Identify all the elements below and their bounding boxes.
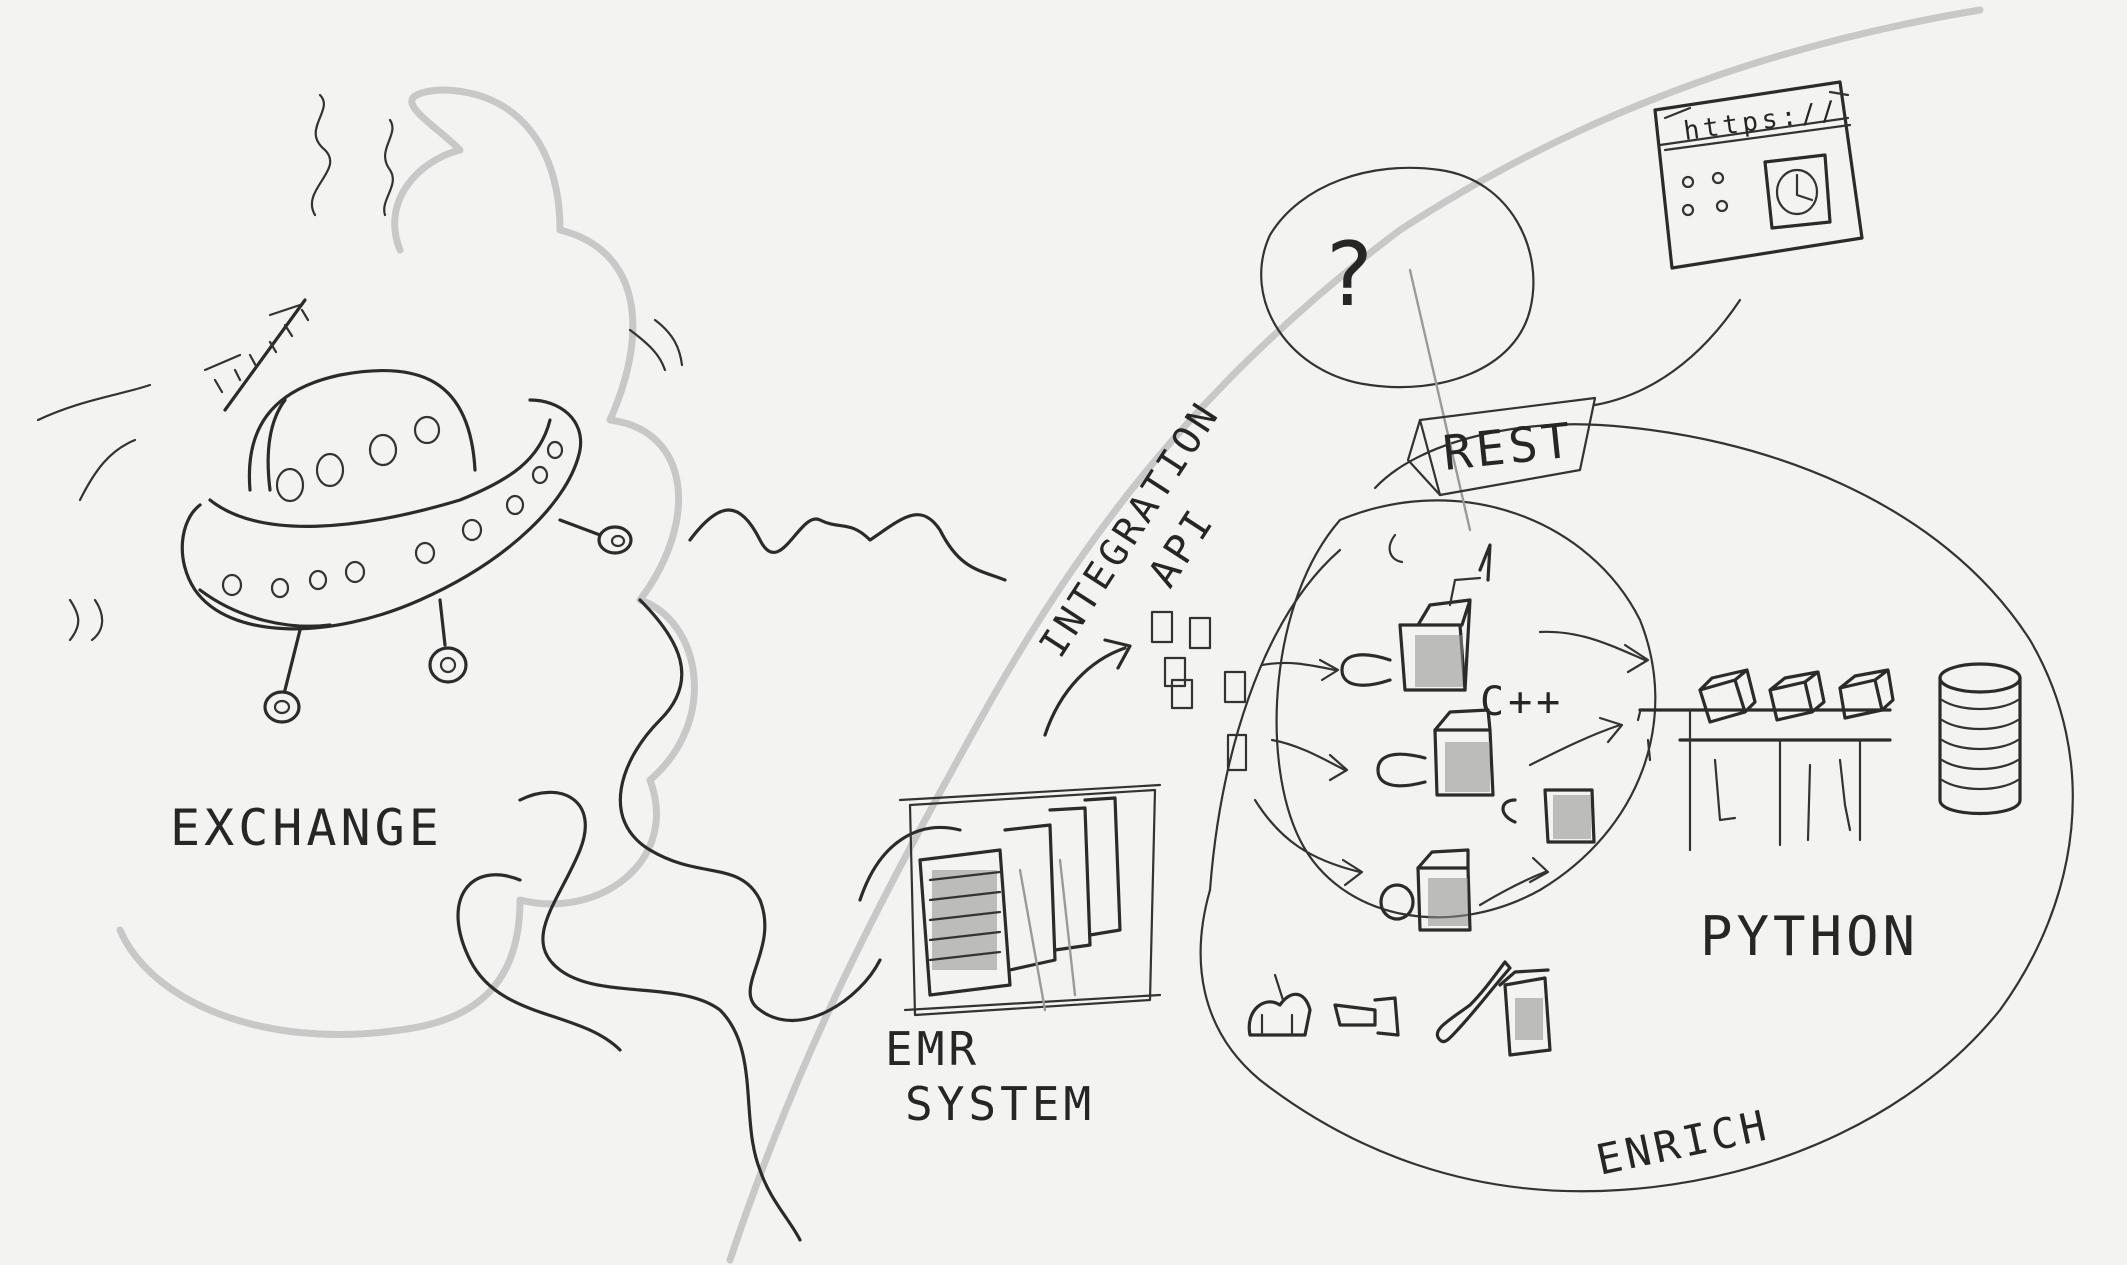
cpp-grinder-icons <box>1340 543 1596 932</box>
question-bubble <box>1260 166 1535 389</box>
whiteboard-sketch: EXCHANGE EMR SYSTEM INTEGRATION API ENRI… <box>36 6 2074 1264</box>
emr-system-label-line2: SYSTEM <box>905 1077 1095 1131</box>
exchange-label: EXCHANGE <box>170 799 443 857</box>
pencil-cloud <box>116 86 698 1038</box>
api-endpoints <box>1150 610 1248 772</box>
python-label: PYTHON <box>1700 905 1919 968</box>
emr-server-rack-icon <box>898 783 1162 1017</box>
python-pipeline-icons <box>1636 668 1895 852</box>
exchange-ufo-icon <box>36 93 684 724</box>
cpp-boundary <box>1275 499 1657 919</box>
cpp-label: C++ <box>1480 679 1564 725</box>
arrow-emr-to-api <box>1043 646 1127 737</box>
emr-system-label-line1: EMR <box>885 1022 980 1076</box>
database-icon <box>1938 662 2022 815</box>
enrich-label: ENRICH <box>1592 1100 1774 1184</box>
rest-label: REST <box>1440 412 1577 481</box>
browser-window-icon: https:// <box>1653 80 1864 270</box>
wavy-connector-upper <box>688 508 1007 582</box>
tool-icons-row <box>1247 960 1552 1057</box>
enrich-boundary <box>1199 423 2074 1193</box>
question-mark: ? <box>1322 223 1379 326</box>
